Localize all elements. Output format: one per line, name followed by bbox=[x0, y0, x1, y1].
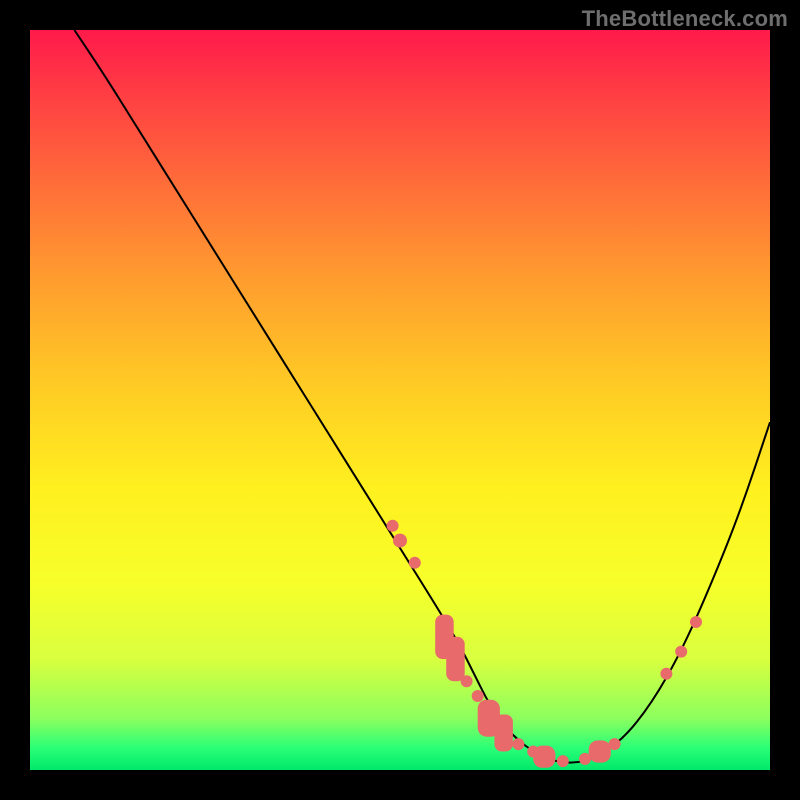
curve-marker bbox=[446, 637, 465, 681]
curve-marker bbox=[660, 668, 672, 680]
bottleneck-curve bbox=[74, 30, 770, 763]
curve-markers bbox=[387, 520, 702, 768]
curve-marker bbox=[512, 738, 524, 750]
curve-marker bbox=[393, 534, 407, 548]
curve-marker bbox=[690, 616, 702, 628]
curve-marker bbox=[675, 646, 687, 658]
curve-marker bbox=[409, 557, 421, 569]
curve-marker bbox=[609, 738, 621, 750]
chart-frame bbox=[30, 30, 770, 770]
bottleneck-chart bbox=[30, 30, 770, 770]
curve-marker bbox=[589, 740, 611, 762]
curve-marker bbox=[472, 690, 484, 702]
curve-marker bbox=[461, 675, 473, 687]
curve-marker bbox=[533, 746, 555, 768]
attribution-text: TheBottleneck.com bbox=[582, 6, 788, 32]
curve-marker bbox=[494, 715, 513, 752]
curve-marker bbox=[557, 755, 569, 767]
curve-marker bbox=[387, 520, 399, 532]
